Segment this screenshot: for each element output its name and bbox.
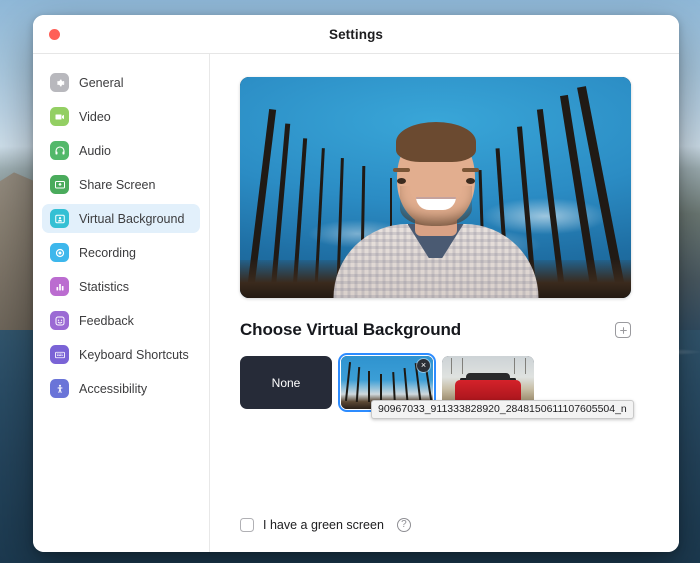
bar-chart-icon	[50, 277, 69, 296]
window-titlebar: Settings	[33, 15, 679, 54]
sidebar-item-label: Video	[79, 109, 111, 124]
sidebar-item-label: Virtual Background	[79, 211, 185, 226]
remove-background-icon[interactable]: ×	[417, 359, 430, 372]
sidebar-item-keyboard-shortcuts[interactable]: Keyboard Shortcuts	[42, 340, 200, 369]
help-icon[interactable]: ?	[396, 518, 411, 532]
sidebar-item-recording[interactable]: Recording	[42, 238, 200, 267]
sidebar-item-video[interactable]: Video	[42, 102, 200, 131]
sidebar-item-audio[interactable]: Audio	[42, 136, 200, 165]
sidebar-item-share-screen[interactable]: Share Screen	[42, 170, 200, 199]
section-header: Choose Virtual Background	[240, 320, 631, 340]
preview-person	[331, 122, 541, 298]
share-screen-icon	[50, 175, 69, 194]
settings-sidebar: General Video Audio Share Screen Virtual…	[33, 54, 210, 552]
desktop-background: Settings General Video Audio Share Scree…	[0, 0, 700, 563]
sidebar-item-feedback[interactable]: Feedback	[42, 306, 200, 335]
traffic-lights[interactable]	[49, 29, 60, 40]
smiley-face-icon	[50, 311, 69, 330]
page-title: Settings	[328, 26, 384, 42]
headphones-icon	[50, 141, 69, 160]
sidebar-item-label: Audio	[79, 143, 111, 158]
record-circle-icon	[50, 243, 69, 262]
section-title: Choose Virtual Background	[240, 320, 462, 339]
background-thumbnail-list: None × 90967033_911333828920_28481506111…	[240, 352, 652, 419]
background-thumbnail-none[interactable]: None	[240, 356, 332, 409]
sidebar-item-general[interactable]: General	[42, 68, 200, 97]
sidebar-item-label: Share Screen	[79, 177, 156, 192]
add-background-button[interactable]	[615, 322, 631, 338]
sidebar-item-label: General	[79, 75, 124, 90]
virtual-background-panel: Choose Virtual Background None × 9096703…	[210, 54, 679, 552]
green-screen-checkbox[interactable]	[240, 518, 254, 532]
window-body: General Video Audio Share Screen Virtual…	[33, 54, 679, 552]
keyboard-icon	[50, 345, 69, 364]
sidebar-item-label: Accessibility	[79, 381, 148, 396]
sidebar-item-label: Recording	[79, 245, 136, 260]
person-frame-icon	[50, 209, 69, 228]
background-filename-tooltip: 90967033_911333828920_284815061110760550…	[371, 400, 634, 419]
sidebar-item-label: Feedback	[79, 313, 134, 328]
green-screen-label: I have a green screen	[263, 518, 384, 532]
close-window-icon[interactable]	[49, 29, 60, 40]
sidebar-item-label: Statistics	[79, 279, 130, 294]
sidebar-item-statistics[interactable]: Statistics	[42, 272, 200, 301]
sidebar-item-label: Keyboard Shortcuts	[79, 347, 189, 362]
settings-window: Settings General Video Audio Share Scree…	[33, 15, 679, 552]
gear-icon	[50, 73, 69, 92]
sidebar-item-accessibility[interactable]: Accessibility	[42, 374, 200, 403]
sidebar-item-virtual-background[interactable]: Virtual Background	[42, 204, 200, 233]
green-screen-row: I have a green screen ?	[240, 518, 411, 532]
camera-preview	[240, 77, 631, 298]
accessibility-icon	[50, 379, 69, 398]
video-camera-icon	[50, 107, 69, 126]
thumbnail-label: None	[271, 375, 301, 390]
